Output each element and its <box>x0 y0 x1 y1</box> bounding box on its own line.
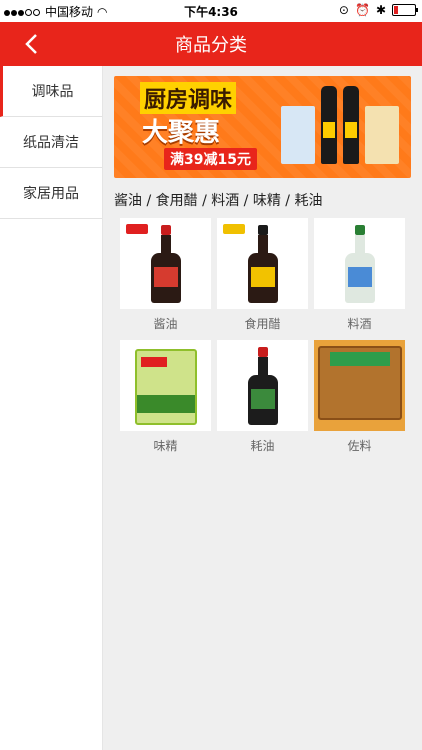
main-area: 调味品 纸品清洁 家居用品 厨房调味 大聚惠 满39减15元 酱油 / 食用醋 … <box>0 66 422 750</box>
product-image <box>217 218 308 309</box>
sidebar-item-seasoning[interactable]: 调味品 <box>0 66 102 117</box>
alarm-icon: ⏰ <box>354 3 370 17</box>
category-sidebar: 调味品 纸品清洁 家居用品 <box>0 66 103 750</box>
product-label: 耗油 <box>250 439 275 453</box>
banner-products-image <box>281 86 399 164</box>
subcategory-list: 酱油 / 食用醋 / 料酒 / 味精 / 耗油 <box>114 193 323 209</box>
product-label: 味精 <box>153 439 178 453</box>
chevron-left-icon <box>25 34 37 54</box>
sidebar-item-label: 纸品清洁 <box>23 135 79 151</box>
banner-offer: 满39减15元 <box>164 148 257 170</box>
orientation-lock-icon: ⊙ <box>338 3 349 17</box>
sidebar-item-paper-cleaning[interactable]: 纸品清洁 <box>0 117 102 168</box>
product-item-cooking-wine[interactable]: 料酒 <box>314 218 405 332</box>
bluetooth-icon: ✱ <box>375 3 386 17</box>
product-image <box>314 218 405 309</box>
product-label: 佐料 <box>347 439 372 453</box>
product-image <box>314 340 405 431</box>
product-item-condiment[interactable]: 佐料 <box>314 340 405 454</box>
page-title: 商品分类 <box>175 35 247 56</box>
battery-icon <box>392 4 418 16</box>
sidebar-item-household[interactable]: 家居用品 <box>0 168 102 219</box>
status-right: ⊙ ⏰ ✱ <box>338 3 418 17</box>
product-label: 食用醋 <box>244 317 281 331</box>
product-label: 料酒 <box>347 317 372 331</box>
product-grid: 酱油 食用醋 料酒 味精 耗油 佐料 <box>120 218 411 454</box>
navigation-bar: 商品分类 <box>0 22 422 66</box>
product-image <box>120 218 211 309</box>
promo-banner[interactable]: 厨房调味 大聚惠 满39减15元 <box>114 76 411 178</box>
status-bar: 中国移动 ◠ 下午4:36 ⊙ ⏰ ✱ <box>0 0 422 22</box>
product-image <box>217 340 308 431</box>
product-item-vinegar[interactable]: 食用醋 <box>217 218 308 332</box>
back-button[interactable] <box>18 30 46 58</box>
product-image <box>120 340 211 431</box>
banner-subheadline: 大聚惠 <box>142 118 221 148</box>
product-item-oyster-sauce[interactable]: 耗油 <box>217 340 308 454</box>
product-item-soy-sauce[interactable]: 酱油 <box>120 218 211 332</box>
banner-headline: 厨房调味 <box>140 82 237 114</box>
product-label: 酱油 <box>153 317 178 331</box>
product-item-msg[interactable]: 味精 <box>120 340 211 454</box>
sidebar-item-label: 调味品 <box>31 84 74 100</box>
category-content: 厨房调味 大聚惠 满39减15元 酱油 / 食用醋 / 料酒 / 味精 / 耗油… <box>103 66 422 750</box>
sidebar-item-label: 家居用品 <box>23 186 79 202</box>
